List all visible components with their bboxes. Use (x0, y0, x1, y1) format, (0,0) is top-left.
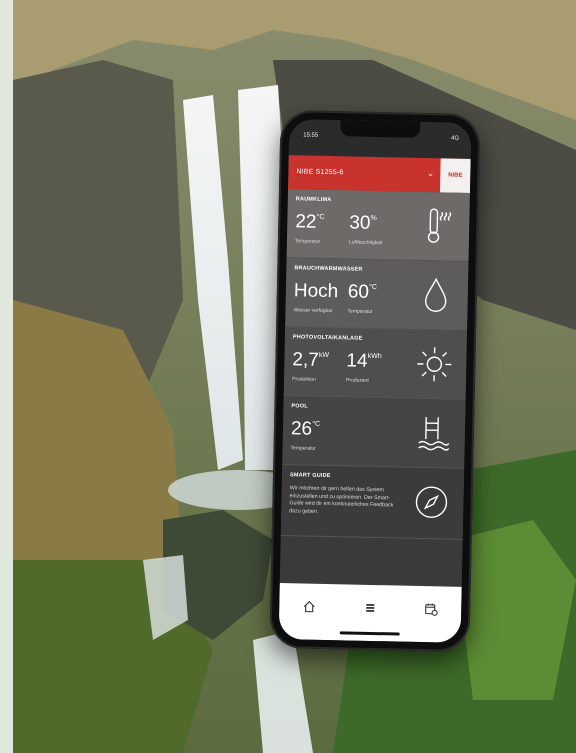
photovoltaic-title: PHOTOVOLTAIKANLAGE (292, 334, 363, 342)
smartphone: 15:55 4G NIBE S1255-6 ⌄ NIBE RAUMKLIMA 2… (269, 109, 481, 653)
pv-produced-label: Produziert (345, 377, 369, 384)
menu-icon[interactable] (359, 597, 381, 619)
status-time: 15:55 (303, 132, 319, 139)
phone-screen: 15:55 4G NIBE S1255-6 ⌄ NIBE RAUMKLIMA 2… (278, 119, 472, 643)
pool-card[interactable]: POOL 26°C Temperatur (282, 396, 466, 469)
room-humidity-label: Luftfeuchtigkeit (348, 239, 383, 247)
pool-temp-label: Temperatur (290, 445, 316, 452)
room-climate-title: RAUMKLIMA (295, 196, 332, 204)
pool-ladder-icon (404, 405, 461, 462)
room-temp-value: 22°C (295, 211, 325, 233)
home-icon[interactable] (298, 595, 320, 617)
hot-water-temp-value: 60°C (347, 281, 378, 303)
room-temp-label: Temperatur (294, 238, 321, 245)
hero-image: 15:55 4G NIBE S1255-6 ⌄ NIBE RAUMKLIMA 2… (13, 0, 576, 753)
calendar-clock-icon[interactable] (420, 598, 442, 620)
pv-production-label: Produktion (291, 376, 316, 383)
hot-water-level: Hoch (293, 280, 339, 303)
app-header: NIBE S1255-6 ⌄ NIBE (287, 155, 471, 193)
compass-icon (403, 474, 460, 531)
room-humidity-value: 30% (349, 212, 377, 234)
device-title[interactable]: NIBE S1255-6 (296, 168, 343, 176)
hot-water-card[interactable]: BRAUCHWARMWASSER Hoch Wasser verfügbar 6… (285, 258, 469, 331)
status-bar: 15:55 4G (288, 119, 472, 159)
photovoltaic-card[interactable]: PHOTOVOLTAIKANLAGE 2,7kW Produktion 14kW… (283, 327, 468, 400)
smart-guide-card[interactable]: SMART GUIDE Wir möchten dir gern helfen … (280, 465, 465, 540)
sun-icon (406, 336, 463, 393)
hot-water-level-label: Wasser verfügbar (293, 307, 333, 315)
smart-guide-title: SMART GUIDE (289, 472, 331, 480)
pool-title: POOL (291, 403, 308, 410)
smart-guide-text: Wir möchten dir gern helfen das System e… (289, 485, 394, 515)
chevron-down-icon[interactable]: ⌄ (427, 168, 435, 179)
pv-produced-value: 14kWh (346, 350, 382, 372)
pool-temp-value: 26°C (290, 418, 321, 440)
nibe-logo: NIBE (439, 158, 471, 193)
room-climate-card[interactable]: RAUMKLIMA 22°C Temperatur 30% Luftfeucht… (286, 189, 470, 262)
phone-notch (340, 120, 421, 138)
status-signal: 4G (451, 135, 460, 142)
pv-production-value: 2,7kW (292, 349, 330, 371)
hot-water-title: BRAUCHWARMWASSER (294, 265, 363, 273)
hot-water-temp-label: Temperatur (347, 308, 373, 315)
thermometer-icon (409, 198, 466, 255)
water-drop-icon (407, 267, 464, 324)
